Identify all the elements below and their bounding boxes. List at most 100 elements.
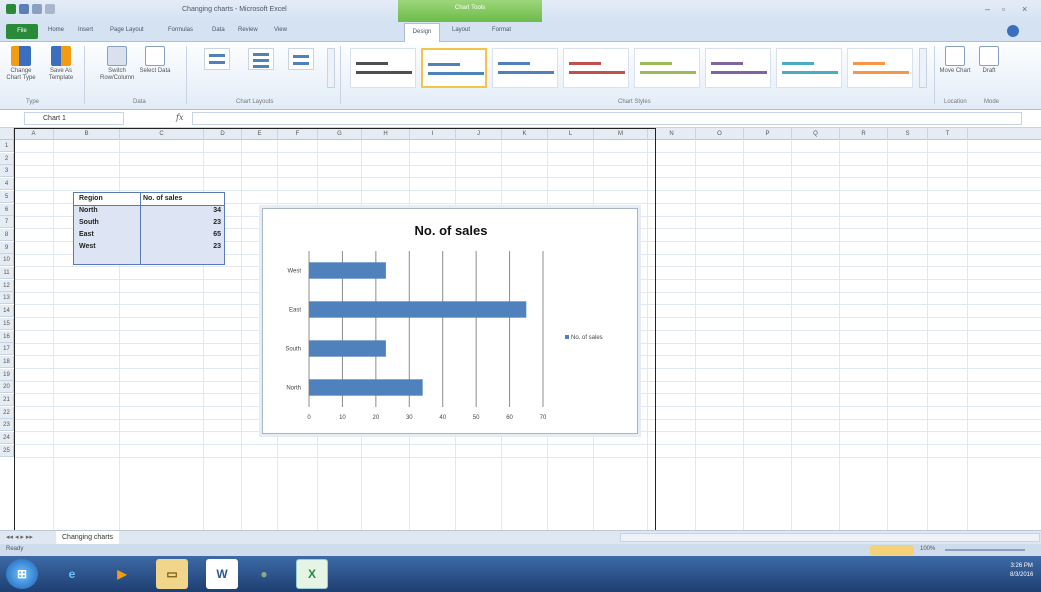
- row-header[interactable]: 16: [0, 330, 14, 343]
- row-header[interactable]: 9: [0, 241, 14, 254]
- chart-style-swatch[interactable]: [350, 48, 416, 88]
- undo-icon[interactable]: [32, 4, 42, 14]
- row-header[interactable]: 25: [0, 444, 14, 457]
- tab-insert[interactable]: Insert: [78, 27, 93, 33]
- save-icon[interactable]: [19, 4, 29, 14]
- word-icon[interactable]: W: [206, 559, 238, 589]
- row-header[interactable]: 2: [0, 152, 14, 165]
- zoom-slider[interactable]: [945, 549, 1025, 551]
- select-data-button[interactable]: Select Data: [138, 46, 172, 75]
- row-header[interactable]: 11: [0, 267, 14, 279]
- sales-cell[interactable]: 34: [140, 205, 224, 217]
- column-header[interactable]: K: [502, 128, 548, 140]
- worksheet[interactable]: ABCDEFGHIJKLMNOPQRST 1 2 3 4 5 6 7 8 9 10 11 12 13 14…: [0, 128, 1041, 530]
- region-cell[interactable]: West: [76, 241, 140, 253]
- row-header[interactable]: 3: [0, 165, 14, 178]
- column-header[interactable]: H: [362, 128, 410, 140]
- clock[interactable]: 3:26 PM 8/3/2016: [1010, 562, 1033, 580]
- row-header[interactable]: 20: [0, 381, 14, 394]
- column-header[interactable]: S: [888, 128, 928, 140]
- view-mode-buttons[interactable]: [870, 545, 914, 555]
- row-header[interactable]: 8: [0, 228, 14, 241]
- row-header[interactable]: 5: [0, 190, 14, 203]
- tab-file[interactable]: File: [6, 24, 38, 39]
- row-header[interactable]: 15: [0, 317, 14, 330]
- chart-style-swatch[interactable]: [421, 48, 487, 88]
- sheet-tab[interactable]: Changing charts: [56, 531, 119, 544]
- column-header[interactable]: N: [648, 128, 696, 140]
- column-header[interactable]: F: [278, 128, 318, 140]
- row-header[interactable]: 23: [0, 419, 14, 432]
- tab-home[interactable]: Home: [48, 27, 64, 33]
- chart-style-swatch[interactable]: [847, 48, 913, 88]
- data-table[interactable]: Region No. of sales North 34 South 23 Ea…: [73, 192, 225, 265]
- sheet-nav-arrows[interactable]: ◂◂ ◂ ▸ ▸▸: [6, 533, 33, 541]
- region-cell[interactable]: East: [76, 229, 140, 241]
- draft-button[interactable]: Draft: [972, 46, 1006, 75]
- column-header[interactable]: R: [840, 128, 888, 140]
- sales-cell[interactable]: 23: [140, 217, 224, 229]
- column-header[interactable]: C: [120, 128, 204, 140]
- row-header[interactable]: 12: [0, 279, 14, 292]
- name-box[interactable]: Chart 1: [24, 112, 124, 125]
- row-header[interactable]: 21: [0, 394, 14, 406]
- row-header[interactable]: 18: [0, 355, 14, 368]
- chart-style-swatch[interactable]: [634, 48, 700, 88]
- insert-function-icon[interactable]: fx: [176, 113, 183, 122]
- horizontal-scrollbar[interactable]: [620, 533, 1040, 542]
- chart-layout-2[interactable]: [248, 48, 274, 70]
- row-header[interactable]: 10: [0, 254, 14, 267]
- column-header[interactable]: I: [410, 128, 456, 140]
- row-header[interactable]: 14: [0, 305, 14, 318]
- row-header[interactable]: 24: [0, 432, 14, 445]
- sales-cell[interactable]: 65: [140, 229, 224, 241]
- formula-input[interactable]: [192, 112, 1022, 125]
- region-cell[interactable]: North: [76, 205, 140, 217]
- maximize-button[interactable]: ▫: [1002, 4, 1005, 14]
- media-player-icon[interactable]: ▶: [106, 559, 138, 589]
- row-header[interactable]: 22: [0, 406, 14, 419]
- bar-chart[interactable]: No. of sales 0 10 20 30 40 50 60 70 North South Eas…: [262, 208, 638, 434]
- column-header[interactable]: Q: [792, 128, 840, 140]
- column-header[interactable]: G: [318, 128, 362, 140]
- column-header[interactable]: M: [594, 128, 648, 140]
- column-header[interactable]: E: [242, 128, 278, 140]
- tab-layout[interactable]: Layout: [452, 27, 470, 33]
- styles-scroll[interactable]: [919, 48, 927, 88]
- header-sales[interactable]: No. of sales: [140, 193, 224, 205]
- chart-style-swatch[interactable]: [776, 48, 842, 88]
- zoom-level[interactable]: 100%: [920, 546, 935, 552]
- app-icon[interactable]: ●: [248, 559, 280, 589]
- tab-data[interactable]: Data: [212, 27, 225, 33]
- chart-style-swatch[interactable]: [705, 48, 771, 88]
- column-header[interactable]: O: [696, 128, 744, 140]
- tab-review[interactable]: Review: [238, 27, 258, 33]
- tab-view[interactable]: View: [274, 27, 287, 33]
- row-header[interactable]: 6: [0, 203, 14, 216]
- row-header[interactable]: 13: [0, 292, 14, 305]
- row-header[interactable]: 19: [0, 368, 14, 381]
- chart-style-swatch[interactable]: [492, 48, 558, 88]
- header-region[interactable]: Region: [76, 193, 140, 205]
- start-button[interactable]: ⊞: [6, 559, 38, 589]
- chart-layout-1[interactable]: [204, 48, 230, 70]
- row-header[interactable]: 7: [0, 216, 14, 229]
- internet-explorer-icon[interactable]: e: [56, 559, 88, 589]
- column-header[interactable]: L: [548, 128, 594, 140]
- tab-formulas[interactable]: Formulas: [168, 27, 193, 33]
- minimize-button[interactable]: –: [985, 4, 990, 14]
- chart-layout-3[interactable]: [288, 48, 314, 70]
- region-cell[interactable]: South: [76, 217, 140, 229]
- tab-design[interactable]: Design: [404, 23, 440, 42]
- row-header[interactable]: 1: [0, 140, 14, 152]
- layouts-scroll[interactable]: [327, 48, 335, 88]
- chart-style-swatch[interactable]: [563, 48, 629, 88]
- help-icon[interactable]: [1007, 25, 1019, 37]
- close-button[interactable]: ×: [1022, 4, 1027, 14]
- tab-format[interactable]: Format: [492, 27, 511, 33]
- row-header[interactable]: 17: [0, 343, 14, 356]
- column-header[interactable]: B: [54, 128, 120, 140]
- column-header[interactable]: J: [456, 128, 502, 140]
- column-header[interactable]: P: [744, 128, 792, 140]
- select-all-corner[interactable]: [0, 128, 14, 140]
